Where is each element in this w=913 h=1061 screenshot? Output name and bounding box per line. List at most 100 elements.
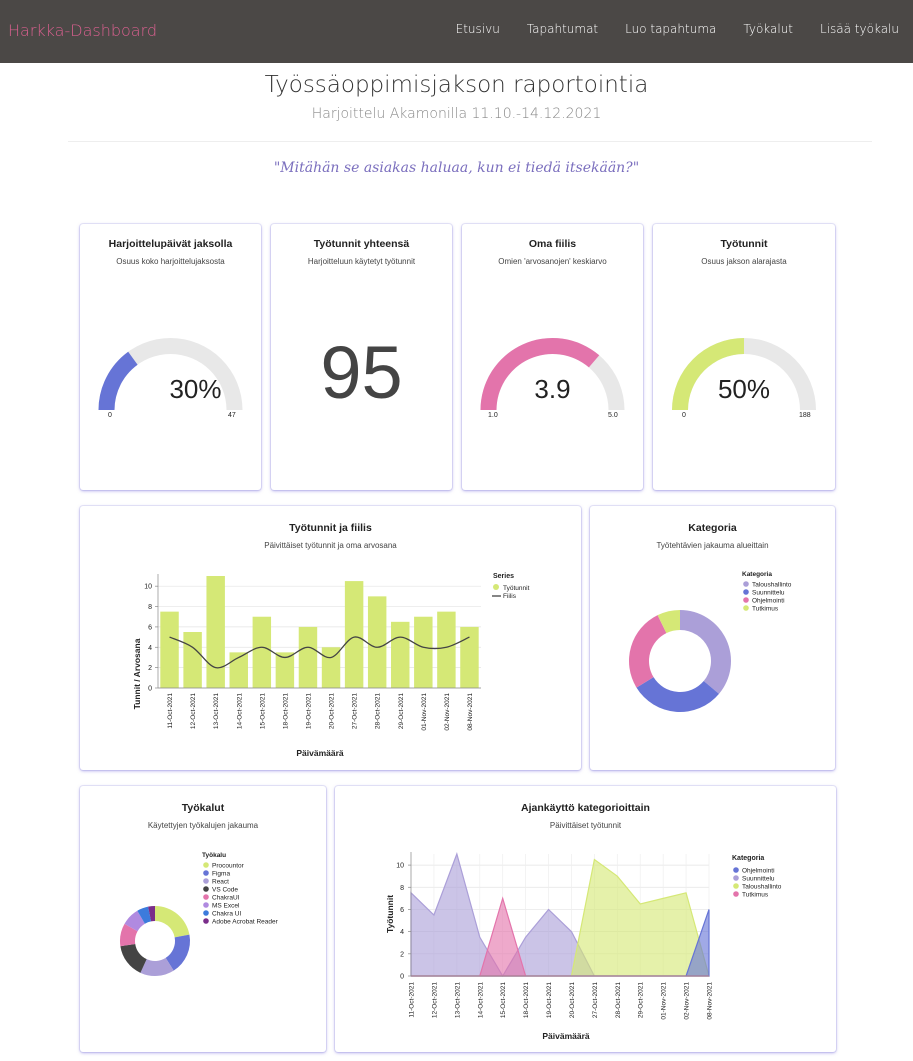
card-tyotunnit-ja-fiilis: Työtunnit ja fiilis Päivittäiset työtunn…	[80, 506, 581, 770]
gauge-min-label: 0	[108, 412, 112, 419]
y-tick-label: 0	[148, 686, 152, 693]
legend-title: Series	[493, 573, 514, 580]
legend: ProcountorFigmaReactVS CodeChakraUIMS Ex…	[203, 862, 279, 926]
x-tick-label: 18-Oct-2021	[523, 982, 530, 1019]
bar-series	[160, 576, 479, 688]
gauge-chart	[98, 337, 243, 410]
nav-link-etusivu[interactable]: Etusivu	[456, 22, 500, 36]
card-tyokalut: Työkalut Käytettyjen työkalujen jakauma …	[80, 786, 326, 1052]
bar	[367, 596, 387, 688]
card-kategoria: Kategoria Työtehtävien jakauma alueittai…	[590, 506, 835, 770]
x-tick-label: 08-Nov-2021	[467, 693, 474, 731]
card-tyotunnit: Työtunnit Osuus jakson alarajasta 50% 0 …	[653, 224, 835, 490]
donut-slice	[629, 615, 667, 688]
legend-label: React	[212, 879, 229, 886]
legend-label-tyotunnit: Työtunnit	[503, 585, 530, 592]
legend-swatch-tyotunnit	[493, 584, 499, 590]
bar	[460, 626, 479, 688]
x-tick-label: 14-Oct-2021	[477, 982, 484, 1019]
nav-link-tyokalut[interactable]: Työkalut	[743, 22, 793, 36]
y-tick-label: 2	[400, 951, 404, 958]
legend-swatch	[733, 883, 739, 889]
bar	[298, 626, 318, 688]
y-tick-label: 10	[396, 863, 404, 870]
x-tick-label: 02-Nov-2021	[444, 693, 451, 731]
x-tick-label: 02-Nov-2021	[684, 982, 691, 1020]
legend-swatch	[733, 875, 739, 881]
legend-label: Tutkimus	[742, 892, 769, 899]
legend-swatch	[203, 862, 209, 868]
legend-swatch	[743, 605, 749, 611]
x-tick-label: 29-Oct-2021	[638, 982, 645, 1019]
bar	[206, 576, 225, 688]
legend-label: ChakraUI	[212, 895, 240, 902]
x-tick-label: 13-Oct-2021	[213, 693, 220, 730]
gauge-chart	[672, 337, 816, 410]
card-subtitle: Harjoitteluun käytetyt työtunnit	[307, 257, 416, 266]
gauge-value: 3.9	[534, 374, 571, 404]
legend-label: Taloushallinto	[742, 884, 782, 891]
gauge-min-label: 1.0	[488, 412, 498, 419]
gauge-max-label: 47	[228, 412, 236, 419]
x-tick-label: 18-Oct-2021	[282, 693, 289, 730]
legend-title: Työkalu	[202, 852, 226, 859]
legend: OhjelmointiSuunnitteluTaloushallintoTutk…	[733, 867, 782, 899]
card-tyotunnit-yhteensa: Työtunnit yhteensä Harjoitteluun käytety…	[271, 224, 452, 490]
legend-label: Tutkimus	[752, 606, 779, 613]
legend-swatch	[743, 597, 749, 603]
hours-feeling-chart: 0 2 4 6 8 10 11-Oct-2021 12-Oct-2021 13-Oct-2021…	[132, 573, 530, 758]
legend-label: Adobe Acrobat Reader	[212, 919, 279, 926]
x-tick-label: 28-Oct-2021	[375, 693, 382, 730]
category-donut-chart: Kategoria TaloushallintoSuunnitteluOhjel…	[629, 571, 792, 712]
page-subtitle: Harjoittelu Akamonilla 11.10.-14.12.2021	[311, 106, 602, 122]
y-axis-label: Työtunnit	[385, 895, 395, 933]
legend-swatch	[203, 910, 209, 916]
bar	[391, 621, 410, 688]
legend-label: Suunnittelu	[742, 876, 775, 883]
x-tick-label: 01-Nov-2021	[661, 982, 668, 1020]
legend-swatch	[733, 867, 739, 873]
legend-swatch	[203, 918, 209, 924]
x-tick-label: 11-Oct-2021	[167, 693, 174, 729]
bar	[183, 632, 202, 688]
nav-link-tapahtumat[interactable]: Tapahtumat	[527, 22, 598, 36]
x-tick-label: 08-Nov-2021	[707, 982, 714, 1020]
legend-label: Ohjelmointi	[742, 868, 775, 875]
donut-slice	[680, 610, 731, 694]
x-tick-label: 01-Nov-2021	[421, 693, 428, 731]
header-divider	[68, 141, 872, 142]
legend-label: Suunnittelu	[752, 590, 785, 597]
legend-title: Kategoria	[742, 571, 772, 578]
x-tick-label: 27-Oct-2021	[592, 982, 599, 1019]
x-tick-label: 27-Oct-2021	[352, 693, 359, 730]
legend-label: Chakra UI	[212, 911, 241, 918]
y-tick-label: 0	[400, 974, 404, 981]
legend-title: Kategoria	[732, 855, 764, 862]
bar	[252, 616, 272, 688]
y-tick-label: 4	[148, 645, 152, 652]
nav-link-luo-tapahtuma[interactable]: Luo tapahtuma	[625, 22, 716, 36]
y-tick-label: 4	[400, 929, 404, 936]
x-tick-label: 29-Oct-2021	[398, 693, 405, 730]
bar	[160, 611, 179, 688]
legend-label: Figma	[212, 871, 230, 878]
legend-swatch	[203, 870, 209, 876]
y-tick-label: 10	[144, 584, 152, 591]
nav-link-lisaa-tyokalu[interactable]: Lisää työkalu	[820, 22, 899, 36]
nav-links: Etusivu Tapahtumat Luo tapahtuma Työkalu…	[429, 22, 899, 36]
legend-swatch	[743, 589, 749, 595]
time-by-category-chart: 0 2 4 6 8 10 11-Oct-2021 12-Oct-2021 13-Oct-2021…	[385, 852, 782, 1041]
legend-swatch	[203, 902, 209, 908]
x-axis-label: Päivämäärä	[296, 748, 344, 758]
x-axis-label: Päivämäärä	[542, 1031, 590, 1041]
legend-swatch	[743, 581, 749, 587]
legend-label: VS Code	[212, 887, 238, 894]
card-harjoittelupaivat: Harjoittelupäivät jaksolla Osuus koko ha…	[80, 224, 261, 490]
x-tick-label: 19-Oct-2021	[546, 982, 553, 1019]
y-tick-label: 6	[400, 907, 404, 914]
x-tick-label: 20-Oct-2021	[569, 982, 576, 1019]
y-tick-label: 2	[148, 665, 152, 672]
brand-link[interactable]: Harkka-Dashboard	[8, 21, 157, 40]
x-tick-label: 15-Oct-2021	[500, 982, 507, 1019]
gauge-min-label: 0	[682, 412, 686, 419]
